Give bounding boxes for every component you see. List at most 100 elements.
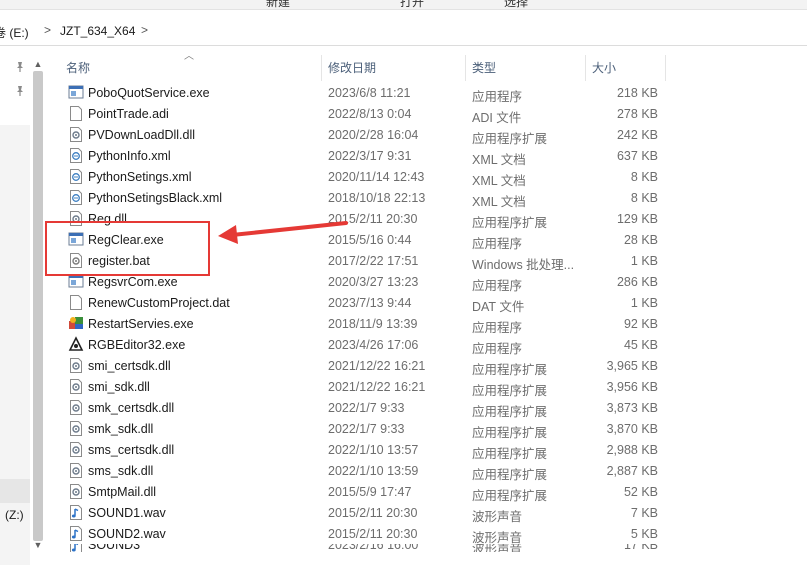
file-name[interactable]: smk_sdk.dll xyxy=(88,422,153,436)
file-modified-date: 2015/5/9 17:47 xyxy=(328,485,412,499)
file-modified-date: 2020/3/27 13:23 xyxy=(328,275,419,289)
file-row[interactable]: smk_sdk.dll 2022/1/7 9:33 应用程序扩展 3,870 KB xyxy=(60,418,667,440)
file-name[interactable]: PVDownLoadDll.dll xyxy=(88,128,195,142)
breadcrumb-chevron-icon[interactable]: > xyxy=(44,23,51,37)
file-name[interactable]: PythonSetingsBlack.xml xyxy=(88,191,222,205)
breadcrumb-drive[interactable]: 卷 (E:) xyxy=(0,24,29,41)
file-row[interactable]: RGBEditor32.exe 2023/4/26 17:06 应用程序 45 KB xyxy=(60,334,667,356)
dll-gear-file-icon xyxy=(68,399,84,416)
file-modified-date: 2015/2/11 20:30 xyxy=(328,527,418,541)
file-row[interactable]: SOUND2.wav 2015/2/11 20:30 波形声音 5 KB xyxy=(60,523,667,545)
blank-file-icon xyxy=(68,105,84,122)
file-size: 3,870 KB xyxy=(606,422,658,436)
dll-gear-file-icon xyxy=(68,483,84,500)
nav-scrollbar[interactable]: ▲ ▼ xyxy=(30,55,46,555)
file-row[interactable]: SOUND1.wav 2015/2/11 20:30 波形声音 7 KB xyxy=(60,502,667,524)
dll-gear-file-icon xyxy=(68,462,84,479)
file-modified-date: 2022/8/13 0:04 xyxy=(328,107,412,121)
breadcrumb-chevron-icon[interactable]: > xyxy=(141,23,148,37)
file-name[interactable]: RestartServies.exe xyxy=(88,317,194,331)
breadcrumb-folder[interactable]: JZT_634_X64 xyxy=(60,24,135,38)
file-row[interactable]: sms_sdk.dll 2022/1/10 13:59 应用程序扩展 2,887 KB xyxy=(60,460,667,482)
file-row[interactable]: Reg.dll 2015/2/11 20:30 应用程序扩展 129 KB xyxy=(60,208,667,230)
file-row[interactable]: sms_certsdk.dll 2022/1/10 13:57 应用程序扩展 2,98… xyxy=(60,439,667,461)
column-header-name[interactable]: 名称 xyxy=(60,55,322,81)
file-row[interactable]: RestartServies.exe 2018/11/9 13:39 应用程序 92 … xyxy=(60,313,667,335)
file-name[interactable]: SOUND2.wav xyxy=(88,527,166,541)
xml-file-icon xyxy=(68,189,84,206)
column-header-type[interactable]: 类型 xyxy=(466,55,586,81)
file-size: 92 KB xyxy=(623,317,658,331)
file-row[interactable]: PythonInfo.xml 2022/3/17 9:31 XML 文档 637 KB xyxy=(60,145,667,167)
file-size: 8 KB xyxy=(630,170,658,184)
file-row[interactable]: smi_sdk.dll 2021/12/22 16:21 应用程序扩展 3,956 K… xyxy=(60,376,667,398)
file-size: 1 KB xyxy=(630,296,658,310)
file-name[interactable]: PythonInfo.xml xyxy=(88,149,171,163)
file-modified-date: 2023/4/26 17:06 xyxy=(328,338,419,352)
file-row[interactable]: smi_certsdk.dll 2021/12/22 16:21 应用程序扩展 3,9… xyxy=(60,355,667,377)
column-header-modified[interactable]: 修改日期 xyxy=(322,55,466,81)
file-name[interactable]: sms_certsdk.dll xyxy=(88,443,174,457)
file-row[interactable]: PointTrade.adi 2022/8/13 0:04 ADI 文件 278 KB xyxy=(60,103,667,125)
file-modified-date: 2020/11/14 12:43 xyxy=(328,170,425,184)
file-name[interactable]: SOUND3 xyxy=(88,544,140,552)
column-header-size[interactable]: 大小 xyxy=(586,55,666,81)
scroll-down-arrow-icon[interactable]: ▼ xyxy=(32,539,44,551)
ribbon-new-label[interactable]: 新建 xyxy=(266,0,290,9)
file-name[interactable]: sms_sdk.dll xyxy=(88,464,153,478)
audio-file-icon xyxy=(68,525,84,542)
navigation-pane[interactable]: (Z:) ▲ ▼ xyxy=(0,55,46,573)
file-name[interactable]: SOUND1.wav xyxy=(88,506,166,520)
file-row[interactable]: PythonSetings.xml 2020/11/14 12:43 XML 文档 8… xyxy=(60,166,667,188)
file-size: 286 KB xyxy=(616,275,658,289)
audio-file-icon xyxy=(68,504,84,521)
blank-file-icon xyxy=(68,294,84,311)
file-modified-date: 2023/7/13 9:44 xyxy=(328,296,412,310)
file-name[interactable]: RegClear.exe xyxy=(88,233,164,247)
ribbon-select-label[interactable]: 选择 xyxy=(504,0,528,9)
ribbon-open-label[interactable]: 打开 xyxy=(400,0,424,9)
file-size: 637 KB xyxy=(616,149,658,163)
file-row[interactable]: PVDownLoadDll.dll 2020/2/28 16:04 应用程序扩展 24… xyxy=(60,124,667,146)
file-name[interactable]: Reg.dll xyxy=(88,212,127,226)
file-row[interactable]: register.bat 2017/2/22 17:51 Windows 批处理..… xyxy=(60,250,667,272)
file-modified-date: 2022/1/10 13:57 xyxy=(328,443,419,457)
file-size: 17 KB xyxy=(623,544,658,552)
file-row[interactable]: RenewCustomProject.dat 2023/7/13 9:44 DAT … xyxy=(60,292,667,314)
file-name[interactable]: smk_certsdk.dll xyxy=(88,401,174,415)
nav-selected-item[interactable] xyxy=(0,479,30,503)
file-name[interactable]: PointTrade.adi xyxy=(88,107,169,121)
pin-icon[interactable] xyxy=(14,61,26,73)
batch-file-icon xyxy=(68,252,84,269)
file-modified-date: 2021/12/22 16:21 xyxy=(328,380,426,394)
file-modified-date: 2023/2/16 16:00 xyxy=(328,544,419,552)
scrollbar-thumb[interactable] xyxy=(33,71,43,541)
address-bar[interactable]: 卷 (E:) > JZT_634_X64 > xyxy=(0,16,807,46)
file-row[interactable]: smk_certsdk.dll 2022/1/7 9:33 应用程序扩展 3,873 … xyxy=(60,397,667,419)
file-row[interactable]: SmtpMail.dll 2015/5/9 17:47 应用程序扩展 52 KB xyxy=(60,481,667,503)
colorful-app-icon xyxy=(68,315,84,332)
scroll-up-arrow-icon[interactable]: ▲ xyxy=(32,58,44,70)
file-modified-date: 2015/2/11 20:30 xyxy=(328,506,418,520)
file-row[interactable]: RegsvrCom.exe 2020/3/27 13:23 应用程序 286 KB xyxy=(60,271,667,293)
file-row[interactable]: RegClear.exe 2015/5/16 0:44 应用程序 28 KB xyxy=(60,229,667,251)
file-modified-date: 2022/1/7 9:33 xyxy=(328,422,405,436)
pin-icon[interactable] xyxy=(14,85,26,97)
file-list: PoboQuotService.exe 2023/6/8 11:21 应用程序 218… xyxy=(60,82,667,552)
nav-drive-label[interactable]: (Z:) xyxy=(5,508,24,522)
dll-gear-file-icon xyxy=(68,378,84,395)
file-row[interactable]: PoboQuotService.exe 2023/6/8 11:21 应用程序 218… xyxy=(60,82,667,104)
file-row[interactable]: SOUND3 2023/2/16 16:00 波形声音 17 KB xyxy=(60,544,667,552)
file-name[interactable]: register.bat xyxy=(88,254,150,268)
file-name[interactable]: PythonSetings.xml xyxy=(88,170,192,184)
file-name[interactable]: PoboQuotService.exe xyxy=(88,86,210,100)
file-name[interactable]: smi_sdk.dll xyxy=(88,380,150,394)
file-name[interactable]: RGBEditor32.exe xyxy=(88,338,185,352)
file-name[interactable]: RegsvrCom.exe xyxy=(88,275,178,289)
file-size: 242 KB xyxy=(616,128,658,142)
file-name[interactable]: SmtpMail.dll xyxy=(88,485,156,499)
file-name[interactable]: smi_certsdk.dll xyxy=(88,359,171,373)
file-row[interactable]: PythonSetingsBlack.xml 2018/10/18 22:13 XM… xyxy=(60,187,667,209)
file-modified-date: 2023/6/8 11:21 xyxy=(328,86,411,100)
file-name[interactable]: RenewCustomProject.dat xyxy=(88,296,230,310)
